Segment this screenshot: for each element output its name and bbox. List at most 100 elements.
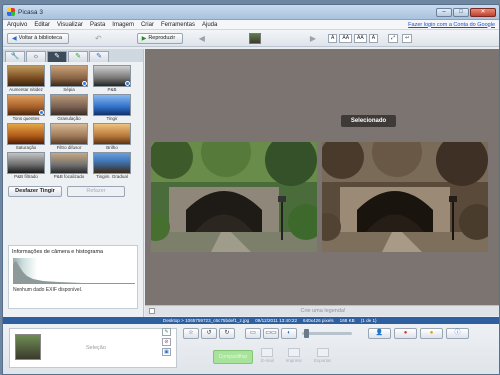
menu-visualizar[interactable]: Visualizar — [57, 22, 83, 28]
histogram-graph — [13, 258, 135, 284]
text-size-xlarge-button[interactable]: A — [368, 33, 379, 43]
menu-imagem[interactable]: Imagem — [112, 22, 134, 28]
status-dimensions: 640x426 pixels — [303, 318, 334, 323]
effect-thumbnail[interactable] — [93, 123, 131, 145]
effect-item[interactable]: Aumentar nitidez — [7, 65, 45, 93]
tab-tuning-sun-icon[interactable]: ☼ — [26, 51, 46, 62]
effect-thumbnail[interactable] — [50, 123, 88, 145]
info-icon[interactable]: ⓘ — [446, 328, 469, 339]
geotag-icon[interactable]: ● — [394, 328, 417, 339]
effect-item[interactable]: Tons quentes — [7, 94, 45, 122]
view-single-icon[interactable]: ▭ — [245, 328, 261, 339]
status-bar: Desktop > 1065759723_c6c75bdef1_z.jpg 09… — [3, 317, 499, 324]
tray-thumbnail[interactable] — [15, 334, 41, 360]
redo-button[interactable]: Refazer — [67, 186, 125, 197]
menu-arquivo[interactable]: Arquivo — [7, 22, 27, 28]
effect-item[interactable]: P&B focalizado — [50, 152, 88, 180]
tab-more-effects-green-brush-icon[interactable]: ✎ — [68, 51, 88, 62]
hold-green-pin-icon[interactable]: ✎ — [162, 328, 171, 336]
google-signin-link[interactable]: Fazer login com a Conta do Google — [408, 22, 495, 28]
next-photo-icon[interactable]: ▶ — [310, 34, 316, 43]
effect-thumbnail[interactable] — [7, 94, 45, 116]
play-label: Reproduzir — [148, 35, 176, 41]
menu-criar[interactable]: Criar — [141, 22, 154, 28]
effect-item[interactable]: Saturação — [7, 123, 45, 151]
print-action[interactable]: Imprimir — [286, 348, 302, 363]
effect-thumbnail[interactable] — [93, 94, 131, 116]
effect-thumbnail[interactable] — [93, 152, 131, 174]
selection-tray[interactable]: Seleção — [9, 328, 177, 368]
previous-photo-icon[interactable]: ◀ — [199, 34, 205, 43]
undo-tint-button[interactable]: Desfazer Tingir — [8, 186, 62, 197]
caption-bar[interactable]: Crie uma legenda! — [145, 305, 499, 316]
effect-item[interactable]: P&B — [93, 65, 131, 93]
photo-viewer[interactable]: Selecionado — [145, 49, 499, 305]
text-size-small-button[interactable]: A — [328, 33, 338, 43]
effect-label: Aumentar nitidez — [9, 87, 43, 92]
play-slideshow-button[interactable]: ▶ Reproduzir — [136, 32, 183, 44]
export-label: Exportar — [314, 358, 332, 363]
tunnel-photo-sepia — [322, 142, 488, 252]
rotate-right-icon[interactable]: ↻ — [219, 328, 235, 339]
close-button[interactable]: ✕ — [470, 7, 496, 17]
text-size-buttons: A AA AA A — [328, 33, 379, 43]
undo-all-icon[interactable]: ↩ — [402, 33, 413, 43]
effect-item[interactable]: Brilho — [93, 123, 131, 151]
export-action[interactable]: Exportar — [314, 348, 331, 363]
tab-basic-fixes-wrench-icon[interactable]: 🔧 — [5, 51, 25, 62]
text-size-large-button[interactable]: AA — [354, 33, 367, 43]
effect-item[interactable]: Filtro difusor — [50, 123, 88, 151]
effect-thumbnail[interactable] — [50, 94, 88, 116]
menu-pasta[interactable]: Pasta — [90, 22, 105, 28]
fullscreen-icon[interactable]: ⤢ — [388, 33, 399, 43]
edit-actions: Desfazer Tingir Refazer — [3, 180, 143, 197]
tunnel-photo-color — [151, 142, 317, 252]
view-compare-icon[interactable]: ▭▭ — [263, 328, 279, 339]
effect-thumbnail[interactable] — [93, 65, 131, 87]
email-action[interactable]: E-mail — [261, 348, 274, 363]
zoom-slider[interactable] — [302, 329, 352, 338]
star-icon[interactable]: ☆ — [183, 328, 199, 339]
effect-thumbnail[interactable] — [50, 65, 88, 87]
effect-item[interactable]: Sépia — [50, 65, 88, 93]
tab-more-effects-blue-brush-icon[interactable]: ✎ — [89, 51, 109, 62]
tag-icon[interactable]: ● — [420, 328, 443, 339]
zoom-slider-knob[interactable] — [304, 329, 310, 338]
effect-item[interactable]: Granulação — [50, 94, 88, 122]
effect-item[interactable]: Tingir — [93, 94, 131, 122]
photo-controls: ☆ ↺ ↻ ▭ ▭▭ ◐ — [183, 328, 352, 339]
menu-editar[interactable]: Editar — [34, 22, 50, 28]
edited-photo[interactable] — [322, 142, 488, 252]
menu-ajuda[interactable]: Ajuda — [202, 22, 217, 28]
tab-effects-brush-icon[interactable]: ✎ — [47, 51, 67, 62]
rotate-left-icon[interactable]: ↺ — [201, 328, 217, 339]
effect-thumbnail[interactable] — [7, 152, 45, 174]
clear-tray-icon[interactable]: ⊘ — [162, 338, 171, 346]
minimize-button[interactable]: – — [436, 7, 452, 17]
export-actions: E-mail Imprimir Exportar — [261, 348, 331, 363]
effect-thumbnail[interactable] — [7, 123, 45, 145]
title-bar[interactable]: Picasa 3 – □ ✕ — [3, 5, 499, 20]
maximize-button[interactable]: □ — [453, 7, 469, 17]
zoom-icon[interactable]: ◐ — [281, 328, 297, 339]
text-size-medium-button[interactable]: AA — [339, 33, 353, 43]
effect-item[interactable]: Tingim. Gradual — [93, 152, 131, 180]
original-photo[interactable] — [151, 142, 317, 252]
effect-thumbnail[interactable] — [7, 65, 45, 87]
top-toolbar: ◀ Voltar à biblioteca ↶ ▶ Reproduzir ◀ ▶… — [3, 30, 499, 47]
caption-input[interactable]: Crie uma legenda! — [145, 306, 499, 316]
back-to-library-button[interactable]: ◀ Voltar à biblioteca — [7, 32, 69, 44]
effect-label: Brilho — [106, 145, 118, 150]
email-label: E-mail — [261, 358, 274, 363]
share-upload-button[interactable]: Compartilhar — [213, 350, 253, 364]
effect-label: Granulação — [57, 116, 81, 121]
effect-thumbnail[interactable] — [50, 152, 88, 174]
rotate-arrow-icon[interactable]: ↶ — [95, 34, 102, 43]
print-icon — [287, 348, 300, 357]
people-icon[interactable]: 👤 — [368, 328, 391, 339]
menu-ferramentas[interactable]: Ferramentas — [161, 22, 195, 28]
picasa-window: Picasa 3 – □ ✕ Arquivo Editar Visualizar… — [2, 4, 500, 375]
effect-item[interactable]: P&B filtrado — [7, 152, 45, 180]
add-to-album-icon[interactable]: ▣ — [162, 348, 171, 356]
effect-label: Tons quentes — [12, 116, 40, 121]
